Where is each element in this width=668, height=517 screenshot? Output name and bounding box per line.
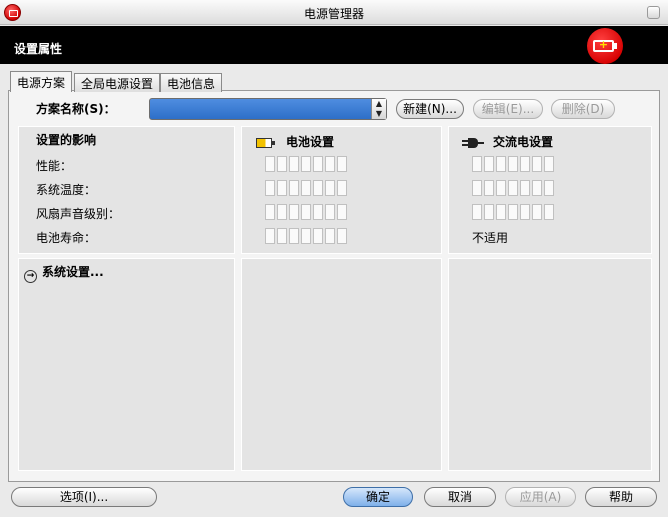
options-button[interactable]: 选项(I)...	[11, 487, 157, 507]
ac-performance-meter	[472, 156, 554, 172]
meter-segment	[325, 204, 335, 220]
ac-system-temp-meter	[472, 180, 554, 196]
meter-segment	[544, 156, 554, 172]
meter-segment	[265, 228, 275, 244]
meter-segment	[484, 180, 494, 196]
header-banner: 设置属性 +	[0, 26, 668, 64]
meter-segment	[508, 156, 518, 172]
system-settings-link[interactable]: → 系统设置...	[24, 263, 104, 283]
meter-segment	[325, 228, 335, 244]
system-settings-panel	[18, 258, 235, 471]
tab-battery-info[interactable]: 电池信息	[160, 73, 223, 92]
meter-segment	[337, 180, 347, 196]
meter-segment	[301, 204, 311, 220]
zoom-button[interactable]	[647, 6, 660, 19]
meter-segment	[496, 204, 506, 220]
meter-segment	[472, 156, 482, 172]
tab-power-plans[interactable]: 电源方案	[10, 71, 73, 92]
meter-segment	[325, 156, 335, 172]
meter-segment	[544, 204, 554, 220]
meter-segment	[520, 204, 530, 220]
meter-segment	[277, 228, 287, 244]
meter-segment	[544, 180, 554, 196]
meter-segment	[277, 204, 287, 220]
meter-segment	[313, 228, 323, 244]
plan-name-label: 方案名称(S)：	[36, 102, 116, 116]
row-performance-label: 性能：	[36, 159, 73, 173]
meter-segment	[484, 156, 494, 172]
help-button[interactable]: 帮助	[585, 487, 657, 507]
edit-plan-button[interactable]: 编辑(E)...	[473, 99, 543, 119]
ac-plug-icon	[462, 137, 484, 149]
ok-button[interactable]: 确定	[343, 487, 413, 507]
meter-segment	[301, 228, 311, 244]
row-system-temp-label: 系统温度：	[36, 183, 97, 197]
ac-detail-panel	[448, 258, 652, 471]
header-title: 设置属性	[14, 42, 63, 56]
arrow-right-circle-icon: →	[24, 270, 37, 283]
meter-segment	[313, 156, 323, 172]
meter-segment	[289, 156, 299, 172]
meter-segment	[277, 156, 287, 172]
plan-name-select[interactable]: ▲ ▼	[149, 98, 387, 120]
meter-segment	[520, 180, 530, 196]
meter-segment	[508, 204, 518, 220]
settings-effects-title: 设置的影响	[36, 133, 97, 147]
ac-settings-title: 交流电设置	[493, 135, 554, 149]
cancel-button[interactable]: 取消	[424, 487, 496, 507]
battery-icon	[256, 137, 276, 149]
meter-segment	[496, 156, 506, 172]
meter-segment	[337, 228, 347, 244]
title-bar: 电源管理器	[0, 0, 668, 25]
meter-segment	[313, 204, 323, 220]
meter-segment	[265, 156, 275, 172]
meter-segment	[484, 204, 494, 220]
battery-battery-life-meter	[265, 228, 347, 244]
meter-segment	[520, 156, 530, 172]
meter-segment	[508, 180, 518, 196]
meter-segment	[301, 156, 311, 172]
tab-global-power-settings[interactable]: 全局电源设置	[74, 73, 161, 92]
ac-fan-noise-meter	[472, 204, 554, 220]
battery-settings-title: 电池设置	[286, 135, 335, 149]
meter-segment	[265, 204, 275, 220]
delete-plan-button[interactable]: 删除(D)	[551, 99, 615, 119]
meter-segment	[496, 180, 506, 196]
meter-segment	[532, 156, 542, 172]
ac-battery-life-na: 不适用	[472, 231, 509, 245]
meter-segment	[337, 156, 347, 172]
meter-segment	[472, 204, 482, 220]
meter-segment	[472, 180, 482, 196]
battery-system-temp-meter	[265, 180, 347, 196]
meter-segment	[277, 180, 287, 196]
battery-fan-noise-meter	[265, 204, 347, 220]
system-settings-label: 系统设置...	[42, 265, 104, 279]
battery-performance-meter	[265, 156, 347, 172]
row-fan-noise-label: 风扇声音级别：	[36, 207, 121, 221]
meter-segment	[289, 180, 299, 196]
new-plan-button[interactable]: 新建(N)...	[396, 99, 464, 119]
apply-button[interactable]: 应用(A)	[505, 487, 576, 507]
meter-segment	[532, 204, 542, 220]
meter-segment	[265, 180, 275, 196]
meter-segment	[301, 180, 311, 196]
meter-segment	[337, 204, 347, 220]
meter-segment	[313, 180, 323, 196]
meter-segment	[289, 228, 299, 244]
meter-segment	[289, 204, 299, 220]
chevron-updown-icon[interactable]: ▲ ▼	[371, 99, 386, 119]
window-title: 电源管理器	[303, 7, 364, 21]
battery-plus-icon: +	[587, 28, 623, 64]
meter-segment	[325, 180, 335, 196]
row-battery-life-label: 电池寿命：	[36, 231, 97, 245]
meter-segment	[532, 180, 542, 196]
battery-detail-panel	[241, 258, 442, 471]
